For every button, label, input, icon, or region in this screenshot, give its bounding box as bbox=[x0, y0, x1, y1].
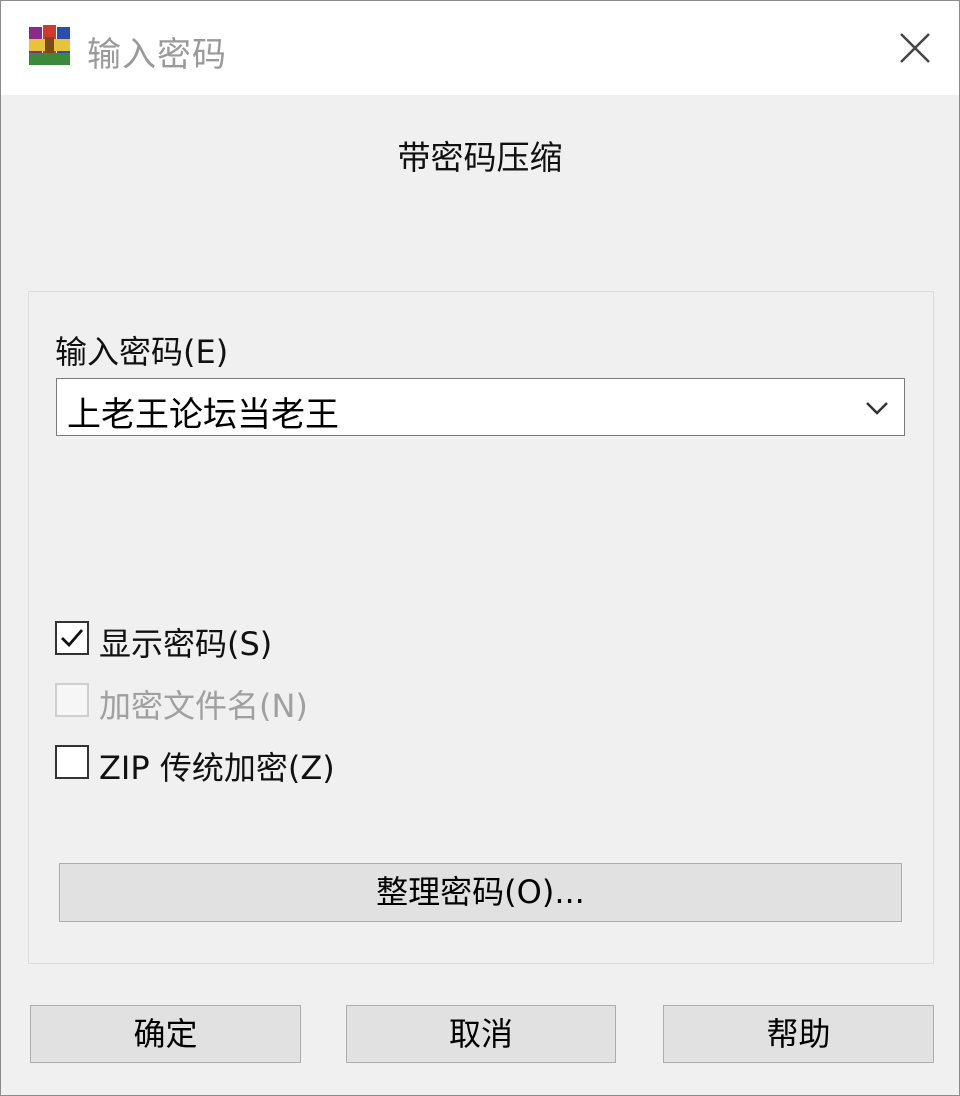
encrypt-filenames-checkbox bbox=[55, 683, 89, 717]
password-value[interactable]: 上老王论坛当老王 bbox=[67, 387, 339, 436]
close-icon[interactable] bbox=[887, 23, 943, 73]
title-bar: 输入密码 bbox=[1, 1, 959, 95]
dialog-heading: 带密码压缩 bbox=[397, 138, 563, 177]
encrypt-filenames-label: 加密文件名(N) bbox=[99, 687, 308, 725]
winrar-books-icon bbox=[29, 25, 70, 65]
zip-legacy-checkbox[interactable] bbox=[55, 745, 89, 779]
chevron-down-icon[interactable] bbox=[862, 393, 892, 423]
help-button[interactable]: 帮助 bbox=[663, 1005, 934, 1063]
organize-passwords-button[interactable]: 整理密码(O)... bbox=[59, 863, 902, 922]
password-label: 输入密码(E) bbox=[55, 333, 229, 371]
cancel-button[interactable]: 取消 bbox=[346, 1005, 616, 1063]
password-dialog: 输入密码 带密码压缩 输入密码(E) 上老王论坛当老王 显示密码(S) 加密文件… bbox=[0, 0, 960, 1096]
password-combobox[interactable]: 上老王论坛当老王 bbox=[56, 378, 905, 436]
checkmark-icon bbox=[61, 629, 84, 648]
zip-legacy-label: ZIP 传统加密(Z) bbox=[99, 749, 335, 787]
show-password-checkbox[interactable] bbox=[55, 621, 89, 655]
show-password-label: 显示密码(S) bbox=[99, 625, 273, 663]
ok-button[interactable]: 确定 bbox=[30, 1005, 301, 1063]
window-title: 输入密码 bbox=[87, 35, 227, 75]
